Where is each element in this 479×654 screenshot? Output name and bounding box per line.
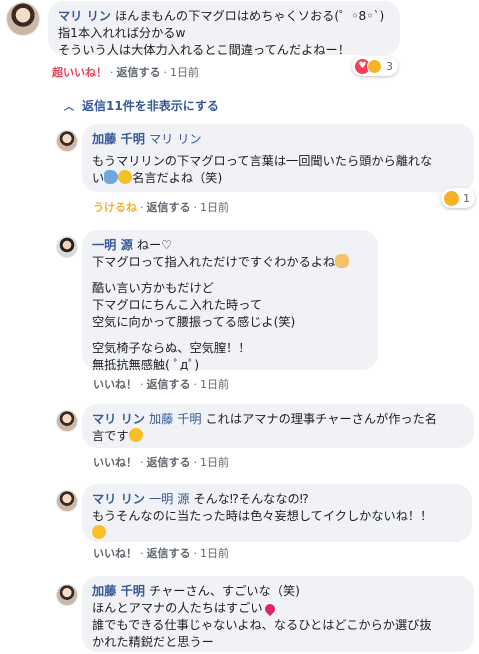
comment-text: そんな⁉︎そんななの⁉︎: [193, 492, 309, 506]
comment-actions: うけるね · 返信する · 1日前: [93, 201, 229, 214]
comment-bubble: 加藤 千明 チャーさん、すごいな（笑) ほんとアマナの人たちはすごい 誰でもできる…: [82, 576, 474, 652]
comment-actions: いいね！ · 返信する · 1日前: [93, 378, 229, 391]
avatar[interactable]: [56, 584, 78, 606]
grin-emoji-icon: [118, 170, 133, 184]
timestamp[interactable]: 1日前: [170, 66, 199, 79]
comment-text: ほんまもんの下マグロはめちゃくソおる(゜◦8◦`): [115, 9, 385, 23]
like-button[interactable]: いいね！: [93, 378, 137, 391]
comment-text: そういう人は大体力入れるとこ間違ってんだよねー！: [58, 43, 350, 57]
comment-text: 誰でもできる仕事じゃないよね、なるひとはどこからか選び抜: [92, 618, 432, 632]
comment-text: 下マグロって指入れただけですぐわかるよね: [92, 255, 336, 269]
avatar[interactable]: [56, 236, 78, 258]
comment-actions: いいね！ · 返信する · 1日前: [93, 547, 229, 560]
comment-actions: いいね！ · 返信する · 1日前: [93, 456, 229, 469]
reaction-count: 1: [463, 191, 470, 205]
fish-emoji-icon: [104, 170, 119, 184]
reply-button[interactable]: 返信する: [147, 456, 191, 469]
mention[interactable]: 一明 源: [149, 492, 189, 506]
comment-text: 空気椅子ならぬ、空気膣！！: [92, 341, 251, 355]
author-name[interactable]: 加藤 千明: [92, 132, 145, 146]
comment-text: 無抵抗無感触( ﾟдﾟ): [92, 358, 200, 372]
comment-text: 言です: [92, 429, 129, 443]
avatar[interactable]: [56, 130, 78, 152]
comment-text: 下マグロにちんこ入れた時って: [92, 298, 263, 312]
comment-text: 空気に向かって腰振ってる感じよ(笑): [92, 315, 296, 329]
avatar[interactable]: [6, 2, 40, 36]
reply-button[interactable]: 返信する: [147, 547, 191, 560]
author-name[interactable]: 一明 源: [92, 238, 133, 252]
author-name[interactable]: 加藤 千明: [92, 584, 145, 598]
comment-text: ねー♡: [136, 238, 173, 252]
comment-text: チャーさん、すごいな（笑): [149, 584, 300, 598]
avatar[interactable]: [56, 490, 78, 512]
laugh-emoji-icon: [128, 428, 143, 442]
comment-text: 名言だよね（笑): [132, 171, 223, 185]
pointing-hand-icon: [335, 254, 350, 268]
avatar[interactable]: [56, 410, 78, 432]
comment-text: これはアマナの理事チャーさんが作った名: [205, 412, 437, 426]
reaction-summary[interactable]: ♥ 3: [352, 56, 398, 76]
reaction-count: 3: [386, 59, 393, 73]
reply-button[interactable]: 返信する: [147, 201, 191, 214]
author-name[interactable]: マリ リン: [92, 492, 145, 506]
timestamp[interactable]: 1日前: [200, 547, 229, 560]
author-name[interactable]: マリ リン: [58, 9, 111, 23]
like-button[interactable]: 超いいね！: [52, 66, 107, 79]
author-name[interactable]: マリ リン: [92, 412, 145, 426]
chevron-up-icon: ︿: [64, 102, 74, 113]
comment-text: 酷い言い方かもだけど: [92, 281, 214, 295]
timestamp[interactable]: 1日前: [200, 201, 229, 214]
timestamp[interactable]: 1日前: [200, 456, 229, 469]
comment-text: かれた精鋭だと思うー: [92, 635, 214, 649]
reaction-summary[interactable]: 1: [441, 188, 475, 208]
comment-text: ほんとアマナの人たちはすごい: [92, 601, 263, 615]
comment-text: もうそんなのに当たった時は色々妄想してイクしかないね！！: [92, 509, 433, 523]
care-icon: [367, 58, 382, 74]
comment-actions: 超いいね！ · 返信する · 1日前: [52, 66, 199, 79]
reply-button[interactable]: 返信する: [147, 378, 191, 391]
comment-bubble: マリ リン 一明 源 そんな⁉︎そんななの⁉︎ もうそんなのに当たった時は色々妄想…: [82, 484, 472, 542]
laugh-icon: [444, 190, 459, 206]
comment-bubble: 加藤 千明 マリ リン もうマリリンの下マグロって言葉は一回聞いたら頭から離れな …: [82, 124, 474, 192]
rofl-emoji-icon: [92, 525, 106, 539]
mention[interactable]: マリ リン: [149, 132, 202, 146]
like-button[interactable]: いいね！: [93, 547, 137, 560]
comment-text: 指1本入れれば分かるw: [58, 26, 186, 40]
comment-text: もうマリリンの下マグロって言葉は一回聞いたら頭から離れな: [92, 154, 433, 168]
like-button[interactable]: いいね！: [93, 456, 137, 469]
comment-bubble: 一明 源ねー♡ 下マグロって指入れただけですぐわかるよね 酷い言い方かもだけど …: [82, 230, 378, 372]
heart-emoji-icon: [262, 601, 277, 617]
mention[interactable]: 加藤 千明: [149, 412, 202, 426]
like-button[interactable]: うけるね: [93, 201, 137, 214]
hide-replies-link[interactable]: ︿ 返信11件を非表示にする: [64, 97, 219, 114]
timestamp[interactable]: 1日前: [200, 378, 229, 391]
reply-button[interactable]: 返信する: [117, 66, 161, 79]
comment-bubble: マリ リン ほんまもんの下マグロはめちゃくソおる(゜◦8◦`) 指1本入れれば分か…: [48, 1, 400, 57]
comment-bubble: マリ リン 加藤 千明 これはアマナの理事チャーさんが作った名 言です: [82, 404, 474, 448]
